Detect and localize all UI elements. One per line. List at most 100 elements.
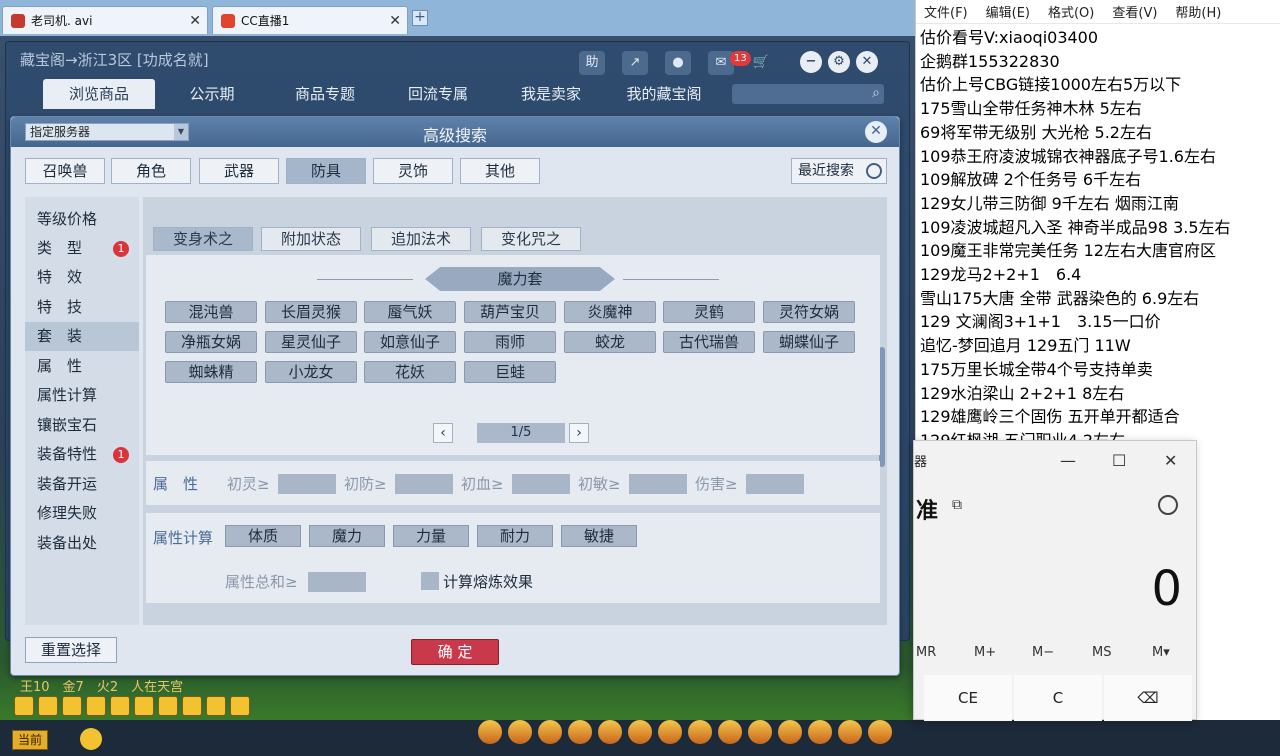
suit-option[interactable]: 灵符女娲: [763, 301, 855, 323]
item-icon[interactable]: [688, 720, 712, 744]
close-icon[interactable]: ✕: [189, 13, 201, 29]
arrow-down-icon[interactable]: [62, 696, 82, 716]
sidebar-item-source[interactable]: 装备出处: [25, 529, 139, 558]
tab-goods-topic[interactable]: 商品专题: [269, 79, 381, 109]
backspace-button[interactable]: ⌫: [1104, 675, 1192, 721]
subtab-status[interactable]: 附加状态: [261, 227, 361, 251]
item-icon[interactable]: [478, 720, 502, 744]
sidebar-item-attribute-calc[interactable]: 属性计算: [25, 381, 139, 410]
memory-subtract-button[interactable]: M−: [1032, 645, 1054, 660]
cart-icon[interactable]: 🛒: [748, 51, 774, 75]
dropdown-icon[interactable]: [230, 696, 250, 716]
tab-browse-goods[interactable]: 浏览商品: [43, 79, 155, 109]
confirm-button[interactable]: 确 定: [411, 639, 499, 665]
sidebar-item-gems[interactable]: 镶嵌宝石: [25, 411, 139, 440]
search-icon[interactable]: ⌕: [872, 85, 880, 101]
calc-magic-button[interactable]: 魔力: [309, 525, 385, 547]
next-page-button[interactable]: ›: [569, 423, 589, 443]
clear-button[interactable]: C: [1014, 675, 1102, 721]
browser-tab-video[interactable]: 老司机. avi ✕: [2, 6, 208, 34]
close-icon[interactable]: ✕: [856, 51, 878, 73]
init-hp-input[interactable]: [512, 474, 570, 494]
category-armor[interactable]: 防具: [286, 158, 366, 184]
memory-store-button[interactable]: MS: [1092, 645, 1111, 660]
search-input[interactable]: ⌕: [732, 84, 884, 104]
sidebar-item-fortune[interactable]: 装备开运: [25, 470, 139, 499]
suit-option[interactable]: 炎魔神: [564, 301, 656, 323]
chat-channel-button[interactable]: 当前: [12, 730, 48, 750]
tab-public-period[interactable]: 公示期: [156, 79, 268, 109]
category-character[interactable]: 角色: [111, 158, 191, 184]
sidebar-item-effect[interactable]: 特 效: [25, 263, 139, 292]
sidebar-item-equip-trait[interactable]: 装备特性 1: [25, 440, 139, 469]
menu-format[interactable]: 格式(O): [1048, 2, 1094, 21]
brush-icon[interactable]: [158, 696, 178, 716]
item-icon[interactable]: [838, 720, 862, 744]
item-icon[interactable]: [778, 720, 802, 744]
list-icon[interactable]: [206, 696, 226, 716]
suit-option[interactable]: 蜃气妖: [364, 301, 456, 323]
minimize-icon[interactable]: —: [1060, 451, 1076, 470]
item-icon[interactable]: [808, 720, 832, 744]
suit-option[interactable]: 花妖: [364, 361, 456, 383]
suit-option[interactable]: 如意仙子: [364, 331, 456, 353]
menu-file[interactable]: 文件(F): [924, 2, 968, 21]
move-icon[interactable]: [86, 696, 106, 716]
item-icon[interactable]: [598, 720, 622, 744]
record-icon[interactable]: ●: [665, 51, 691, 75]
category-accessory[interactable]: 灵饰: [373, 158, 453, 184]
close-icon[interactable]: ✕: [1164, 451, 1177, 470]
suit-option[interactable]: 净瓶女娲: [165, 331, 257, 353]
new-tab-button[interactable]: +: [412, 10, 428, 26]
prev-page-button[interactable]: ‹: [433, 423, 453, 443]
init-agility-input[interactable]: [629, 474, 687, 494]
calc-strength-button[interactable]: 力量: [393, 525, 469, 547]
item-icon[interactable]: [628, 720, 652, 744]
maximize-icon[interactable]: ☐: [1112, 451, 1126, 470]
calc-agility-button[interactable]: 敏捷: [561, 525, 637, 547]
sidebar-item-repair-fail[interactable]: 修理失败: [25, 499, 139, 528]
subtab-transform[interactable]: 变身术之: [153, 227, 253, 251]
chat-icon[interactable]: [182, 696, 202, 716]
damage-input[interactable]: [746, 474, 804, 494]
item-icon[interactable]: [868, 720, 892, 744]
suit-option[interactable]: 小龙女: [265, 361, 357, 383]
item-icon[interactable]: [658, 720, 682, 744]
history-icon[interactable]: [1158, 495, 1178, 515]
arrow-up-icon[interactable]: [38, 696, 58, 716]
notepad-text-area[interactable]: 估价看号V:xiaoqi03400 企鹅群155322830 估价上号CBG链接…: [920, 26, 1280, 453]
close-icon[interactable]: ✕: [865, 121, 887, 143]
memory-recall-button[interactable]: MR: [916, 645, 936, 660]
sidebar-item-type[interactable]: 类 型 1: [25, 234, 139, 263]
sidebar-item-attribute[interactable]: 属 性: [25, 352, 139, 381]
share-icon[interactable]: ↗: [622, 51, 648, 75]
category-pet[interactable]: 召唤兽: [25, 158, 105, 184]
sidebar-item-suit[interactable]: 套 装: [25, 322, 139, 351]
sidebar-item-skill[interactable]: 特 技: [25, 293, 139, 322]
memory-add-button[interactable]: M+: [974, 645, 996, 660]
init-defense-input[interactable]: [395, 474, 453, 494]
menu-edit[interactable]: 编辑(E): [986, 2, 1030, 21]
suit-option[interactable]: 古代瑞兽: [663, 331, 755, 353]
menu-help[interactable]: 帮助(H): [1175, 2, 1221, 21]
item-icon[interactable]: [718, 720, 742, 744]
settings-icon[interactable]: ⚙: [828, 51, 850, 73]
suit-option[interactable]: 灵鹤: [663, 301, 755, 323]
arrow-left-icon[interactable]: [14, 696, 34, 716]
subtab-spell[interactable]: 追加法术: [371, 227, 471, 251]
item-icon[interactable]: [748, 720, 772, 744]
init-spirit-input[interactable]: [278, 474, 336, 494]
reset-button[interactable]: 重置选择: [25, 637, 117, 663]
clear-entry-button[interactable]: CE: [924, 675, 1012, 721]
suit-option[interactable]: 雨师: [464, 331, 556, 353]
category-other[interactable]: 其他: [460, 158, 540, 184]
suit-option[interactable]: 混沌兽: [165, 301, 257, 323]
item-icon[interactable]: [508, 720, 532, 744]
suit-option[interactable]: 巨蛙: [464, 361, 556, 383]
tab-seller[interactable]: 我是卖家: [495, 79, 607, 109]
emote-icon[interactable]: [80, 728, 102, 750]
tab-my-cbg[interactable]: 我的藏宝阁: [608, 79, 720, 109]
minimize-icon[interactable]: −: [800, 51, 822, 73]
suit-option[interactable]: 长眉灵猴: [265, 301, 357, 323]
lock-icon[interactable]: [134, 696, 154, 716]
